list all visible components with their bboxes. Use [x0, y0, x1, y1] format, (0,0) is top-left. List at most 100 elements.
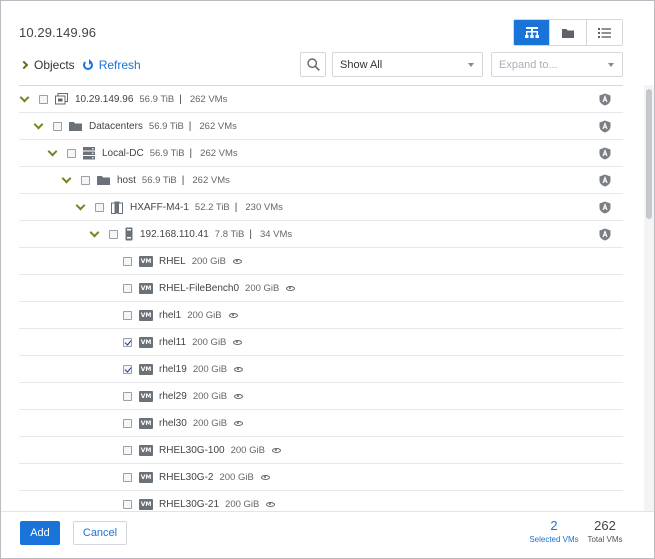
node-size: 200 GiB: [245, 282, 280, 294]
node-name: 10.29.149.96: [75, 93, 134, 105]
vm-icon: VM: [139, 282, 153, 294]
tree-view-button[interactable]: [514, 20, 550, 45]
row-checkbox[interactable]: [67, 148, 76, 158]
vm-icon: VM: [139, 444, 153, 456]
node-name: rhel11: [159, 336, 187, 348]
vm-tree-row[interactable]: VM RHEL30G-100 200 GiB: [19, 437, 623, 464]
node-size: 52.2 TiB: [194, 201, 230, 213]
separator: |: [181, 174, 185, 186]
eye-icon[interactable]: [234, 420, 244, 426]
eye-icon[interactable]: [234, 393, 244, 399]
folder-icon: [69, 121, 82, 131]
node-vm-count: 262 VMs: [189, 93, 228, 105]
eye-icon[interactable]: [233, 339, 243, 345]
chevron-down-icon[interactable]: [33, 119, 44, 129]
cancel-button[interactable]: Cancel: [73, 521, 127, 545]
node-name: RHEL-FileBench0: [159, 282, 240, 294]
node-name: HXAFF-M4-1: [130, 201, 189, 213]
separator: |: [249, 228, 252, 240]
node-name: RHEL: [159, 255, 186, 267]
filter-select[interactable]: Show All: [332, 52, 483, 77]
chevron-down-icon[interactable]: [89, 227, 100, 237]
vm-tree-row[interactable]: VM RHEL-FileBench0 200 GiB: [19, 275, 623, 302]
chevron-down-icon[interactable]: [61, 173, 72, 183]
node-name: Local-DC: [102, 147, 144, 159]
chevron-down-icon: [468, 63, 474, 67]
row-checkbox[interactable]: [123, 337, 132, 347]
object-tree: 10.29.149.96 56.9 TiB | 262 VMs Datacenters 5…: [19, 86, 623, 512]
vm-icon: VM: [139, 498, 153, 510]
eye-icon[interactable]: [233, 258, 243, 264]
eye-icon[interactable]: [228, 312, 238, 318]
view-toggle-group: [513, 19, 623, 46]
row-checkbox[interactable]: [109, 229, 118, 239]
vm-icon: VM: [139, 309, 153, 321]
shield-icon: [599, 93, 611, 106]
refresh-link[interactable]: Refresh: [99, 58, 141, 72]
chevron-down-icon[interactable]: [47, 146, 58, 156]
vm-tree-row[interactable]: VM RHEL 200 GiB: [19, 248, 623, 275]
footer-divider: [1, 511, 654, 512]
node-size: 56.9 TiB: [149, 147, 185, 159]
node-name: RHEL30G-100: [159, 444, 225, 456]
vm-tree-row[interactable]: VM rhel11 200 GiB: [19, 329, 623, 356]
row-checkbox[interactable]: [123, 418, 132, 428]
tree-row-folder[interactable]: Datacenters 56.9 TiB | 262 VMs: [19, 113, 623, 140]
chevron-down-icon[interactable]: [19, 92, 30, 102]
vm-tree-row[interactable]: VM RHEL30G-21 200 GiB: [19, 491, 623, 512]
selected-vms-label: Selected VMs: [529, 535, 579, 544]
refresh-icon[interactable]: [82, 59, 93, 70]
add-button[interactable]: Add: [20, 521, 60, 545]
tree-row-host[interactable]: 192.168.110.41 7.8 TiB | 34 VMs: [19, 221, 623, 248]
eye-icon[interactable]: [286, 285, 296, 291]
row-checkbox[interactable]: [39, 94, 48, 104]
objects-toolbar: Objects Refresh: [19, 58, 141, 72]
row-checkbox[interactable]: [123, 499, 132, 509]
row-checkbox[interactable]: [53, 121, 62, 131]
eye-icon[interactable]: [266, 501, 276, 507]
separator: |: [234, 201, 238, 213]
tree-scrollbar[interactable]: [644, 85, 654, 511]
tree-row-vcenter[interactable]: 10.29.149.96 56.9 TiB | 262 VMs: [19, 86, 623, 113]
vm-tree-row[interactable]: VM rhel29 200 GiB: [19, 383, 623, 410]
folder-icon: [97, 175, 110, 185]
row-checkbox[interactable]: [123, 310, 132, 320]
row-checkbox[interactable]: [123, 283, 132, 293]
tree-row-cluster[interactable]: HXAFF-M4-1 52.2 TiB | 230 VMs: [19, 194, 623, 221]
total-vms-count: 262: [594, 518, 616, 533]
vcenter-icon: [55, 93, 68, 105]
list-view-button[interactable]: [585, 20, 622, 45]
row-checkbox[interactable]: [81, 175, 90, 185]
eye-icon[interactable]: [260, 474, 270, 480]
row-checkbox[interactable]: [123, 256, 132, 266]
vm-tree-row[interactable]: VM rhel1 200 GiB: [19, 302, 623, 329]
vm-tree-row[interactable]: VM rhel19 200 GiB: [19, 356, 623, 383]
search-button[interactable]: [300, 52, 326, 77]
chevron-down-icon[interactable]: [75, 200, 86, 210]
total-vms-stat: 262 Total VMs: [585, 518, 625, 544]
filter-select-value: Show All: [340, 58, 383, 71]
selected-vms-count: 2: [550, 518, 558, 533]
row-checkbox[interactable]: [123, 364, 132, 374]
vm-tree-row[interactable]: VM RHEL30G-2 200 GiB: [19, 464, 623, 491]
node-name: RHEL30G-2: [159, 471, 214, 483]
vm-tree-row[interactable]: VM rhel30 200 GiB: [19, 410, 623, 437]
tree-row-folder[interactable]: host 56.9 TiB | 262 VMs: [19, 167, 623, 194]
row-checkbox[interactable]: [123, 472, 132, 482]
row-checkbox[interactable]: [123, 445, 132, 455]
chevron-right-icon[interactable]: [19, 60, 29, 70]
node-name: 192.168.110.41: [140, 228, 209, 240]
shield-icon: [599, 201, 611, 214]
expand-to-select[interactable]: Expand to...: [491, 52, 623, 77]
separator: |: [188, 120, 192, 132]
node-vm-count: 262 VMs: [199, 120, 237, 132]
row-checkbox[interactable]: [123, 391, 132, 401]
row-checkbox[interactable]: [95, 202, 104, 212]
vm-icon: VM: [139, 255, 153, 267]
node-name: rhel29: [159, 390, 187, 402]
folder-view-button[interactable]: [549, 20, 586, 45]
tree-row-datacenter[interactable]: Local-DC 56.9 TiB | 262 VMs: [19, 140, 623, 167]
eye-icon[interactable]: [271, 447, 281, 453]
scrollbar-thumb[interactable]: [646, 89, 652, 219]
eye-icon[interactable]: [234, 366, 244, 372]
